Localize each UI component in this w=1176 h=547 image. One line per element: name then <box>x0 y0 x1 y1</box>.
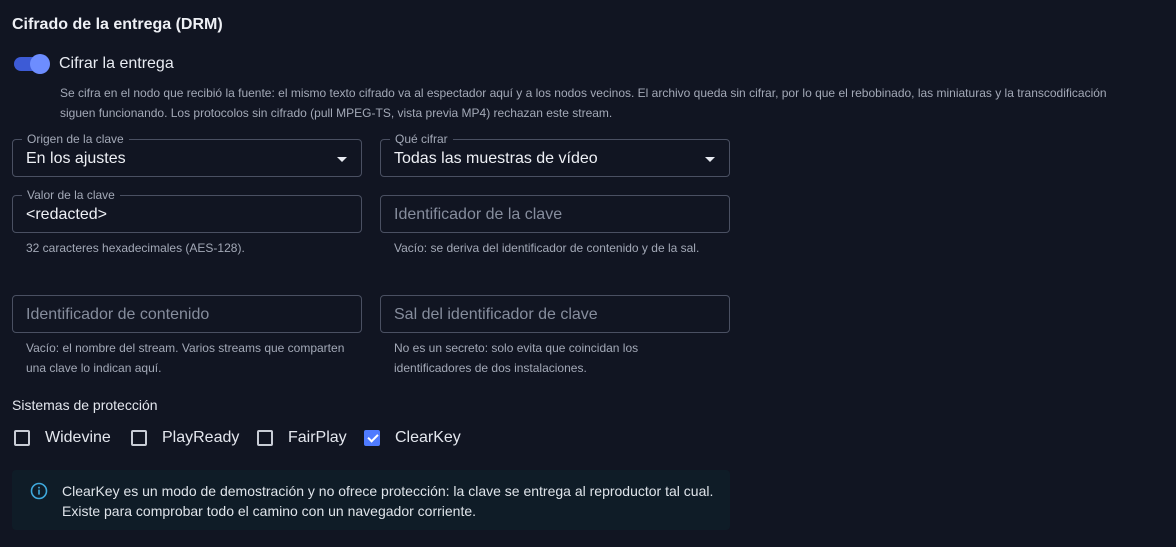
key-id-salt-placeholder: Sal del identificador de clave <box>394 306 598 323</box>
section-title: Cifrado de la entrega (DRM) <box>12 16 223 33</box>
encrypt-delivery-help: Se cifra en el nodo que recibió la fuent… <box>60 86 1107 120</box>
widevine-label: Widevine <box>45 429 111 446</box>
key-value-hint: 32 caracteres hexadecimales (AES-128). <box>26 241 245 255</box>
checkbox-box <box>257 430 273 446</box>
dropdown-arrow-icon <box>705 157 715 162</box>
key-value-label: Valor de la clave <box>22 188 120 202</box>
key-id-placeholder: Identificador de la clave <box>394 206 563 223</box>
toggle-thumb <box>30 54 50 74</box>
dropdown-arrow-icon <box>337 157 347 162</box>
key-value-text: <redacted> <box>26 206 107 223</box>
encrypt-scope-select[interactable]: Qué cifrar Todas las muestras de vídeo <box>380 132 730 177</box>
alert-message: ClearKey es un modo de demostración y no… <box>62 483 714 519</box>
key-source-value: En los ajustes <box>26 150 126 167</box>
checkbox-box <box>131 430 147 446</box>
content-id-placeholder: Identificador de contenido <box>26 306 210 323</box>
playready-label: PlayReady <box>162 429 240 446</box>
clearkey-info-alert: ClearKey es un modo de demostración y no… <box>12 470 730 530</box>
encrypt-delivery-label[interactable]: Cifrar la entrega <box>59 55 174 73</box>
key-id-salt-input[interactable]: Sal del identificador de clave <box>380 295 730 333</box>
key-id-input[interactable]: Identificador de la clave <box>380 195 730 233</box>
checkbox-box <box>14 430 30 446</box>
clearkey-label: ClearKey <box>395 429 461 446</box>
protection-systems-label: Sistemas de protección <box>12 397 158 413</box>
encrypt-scope-label: Qué cifrar <box>390 132 453 146</box>
key-id-hint: Vacío: se deriva del identificador de co… <box>394 241 700 255</box>
encrypt-delivery-toggle[interactable] <box>12 54 50 74</box>
key-value-input[interactable]: Valor de la clave <redacted> <box>12 188 362 233</box>
checkbox-checked-icon <box>364 430 380 446</box>
content-id-input[interactable]: Identificador de contenido <box>12 295 362 333</box>
encrypt-scope-value: Todas las muestras de vídeo <box>394 150 598 167</box>
content-id-hint: Vacío: el nombre del stream. Varios stre… <box>26 341 345 375</box>
key-source-label: Origen de la clave <box>22 132 129 146</box>
key-source-select[interactable]: Origen de la clave En los ajustes <box>12 132 362 177</box>
key-id-salt-hint: No es un secreto: solo evita que coincid… <box>394 341 639 375</box>
info-icon <box>30 482 48 500</box>
fairplay-label: FairPlay <box>288 429 347 446</box>
